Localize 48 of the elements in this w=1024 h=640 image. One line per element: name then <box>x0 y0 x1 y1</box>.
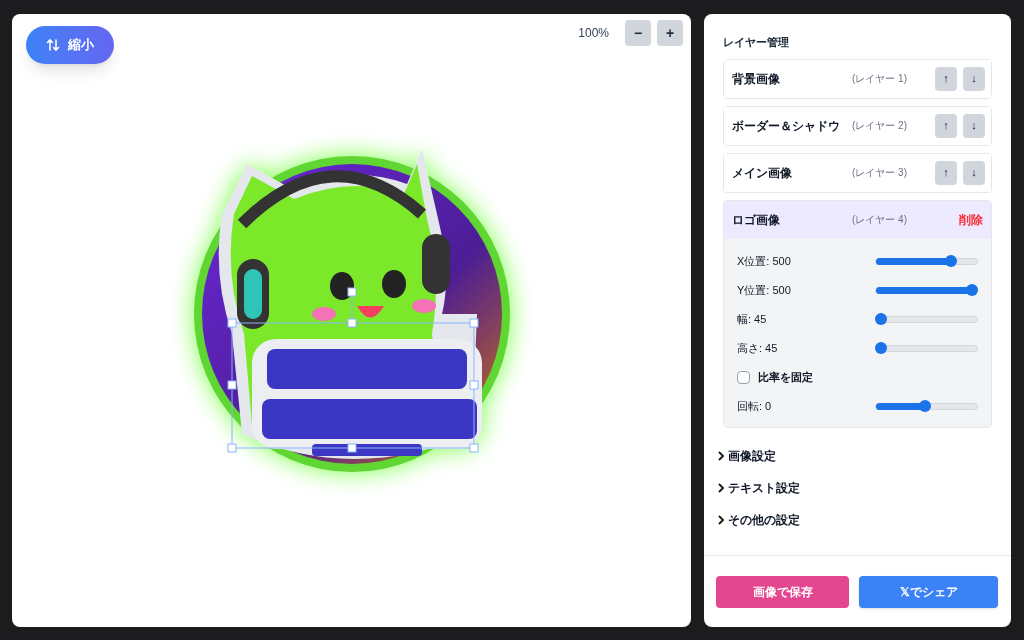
checkbox[interactable] <box>737 370 750 384</box>
shrink-button[interactable]: 縮小 <box>26 26 114 64</box>
slider-track[interactable] <box>875 315 978 323</box>
layer-card[interactable]: 背景画像 (レイヤー 1) ↑ ↓ <box>723 58 992 99</box>
slider-label: 幅: 45 <box>737 311 768 327</box>
layer-card[interactable]: メイン画像 (レイヤー 3) ↑ ↓ <box>723 152 992 193</box>
share-button[interactable]: 𝕏でシェア <box>859 575 998 608</box>
slider-track[interactable] <box>875 257 978 265</box>
section-toggle[interactable]: 画像設定 <box>717 439 776 472</box>
slider-label: X位置: 500 <box>737 253 792 269</box>
save-image-button[interactable]: 画像で保存 <box>716 575 849 608</box>
checkbox-label: 比率を固定 <box>758 369 813 385</box>
slider-thumb[interactable] <box>945 254 958 267</box>
slider-label: Y位置: 500 <box>737 282 792 298</box>
move-up-button[interactable]: ↑ <box>935 66 957 91</box>
move-down-button[interactable]: ↓ <box>963 160 985 185</box>
layer-card[interactable]: ボーダー＆シャドウ (レイヤー 2) ↑ ↓ <box>723 105 992 146</box>
layer-name: ボーダー＆シャドウ <box>732 117 841 135</box>
layer-name: メイン画像 <box>732 164 793 182</box>
panel-title: レイヤー管理 <box>723 35 790 50</box>
slider-track[interactable] <box>875 344 978 352</box>
slider-thumb[interactable] <box>875 341 887 354</box>
layer-number: (レイヤー 4) <box>852 213 908 227</box>
zoom-in-button[interactable]: + <box>657 20 683 46</box>
chevron-icon <box>717 482 725 493</box>
layer-number: (レイヤー 1) <box>852 72 908 86</box>
zoom-level: 100% <box>578 25 609 42</box>
layer-name: 背景画像 <box>732 70 781 88</box>
slider-label: 高さ: 45 <box>737 340 779 356</box>
move-down-button[interactable]: ↓ <box>963 113 985 138</box>
section-toggle[interactable]: テキスト設定 <box>717 471 800 504</box>
slider-label: 回転: 0 <box>737 398 773 414</box>
layer-number: (レイヤー 3) <box>852 166 908 180</box>
sort-arrows-icon <box>46 38 60 52</box>
slider-thumb[interactable] <box>919 399 932 412</box>
layer-panel[interactable]: ロゴ画像 (レイヤー 4) 削除 X位置: 500 Y位置: 500 幅: 45 高さ: 45 比率を固定 回転: 0 <box>723 199 992 428</box>
slider-track[interactable] <box>875 402 978 410</box>
layer-number: (レイヤー 2) <box>852 119 908 133</box>
section-toggle[interactable]: その他の設定 <box>717 503 800 536</box>
slider-thumb[interactable] <box>966 283 978 296</box>
zoom-out-button[interactable]: − <box>625 20 651 46</box>
chevron-icon <box>717 514 725 525</box>
chevron-icon <box>717 450 725 461</box>
layer-name: ロゴ画像 <box>732 211 781 229</box>
move-up-button[interactable]: ↑ <box>935 113 957 138</box>
move-down-button[interactable]: ↓ <box>963 66 985 91</box>
slider-thumb[interactable] <box>875 312 887 325</box>
move-up-button[interactable]: ↑ <box>935 160 957 185</box>
